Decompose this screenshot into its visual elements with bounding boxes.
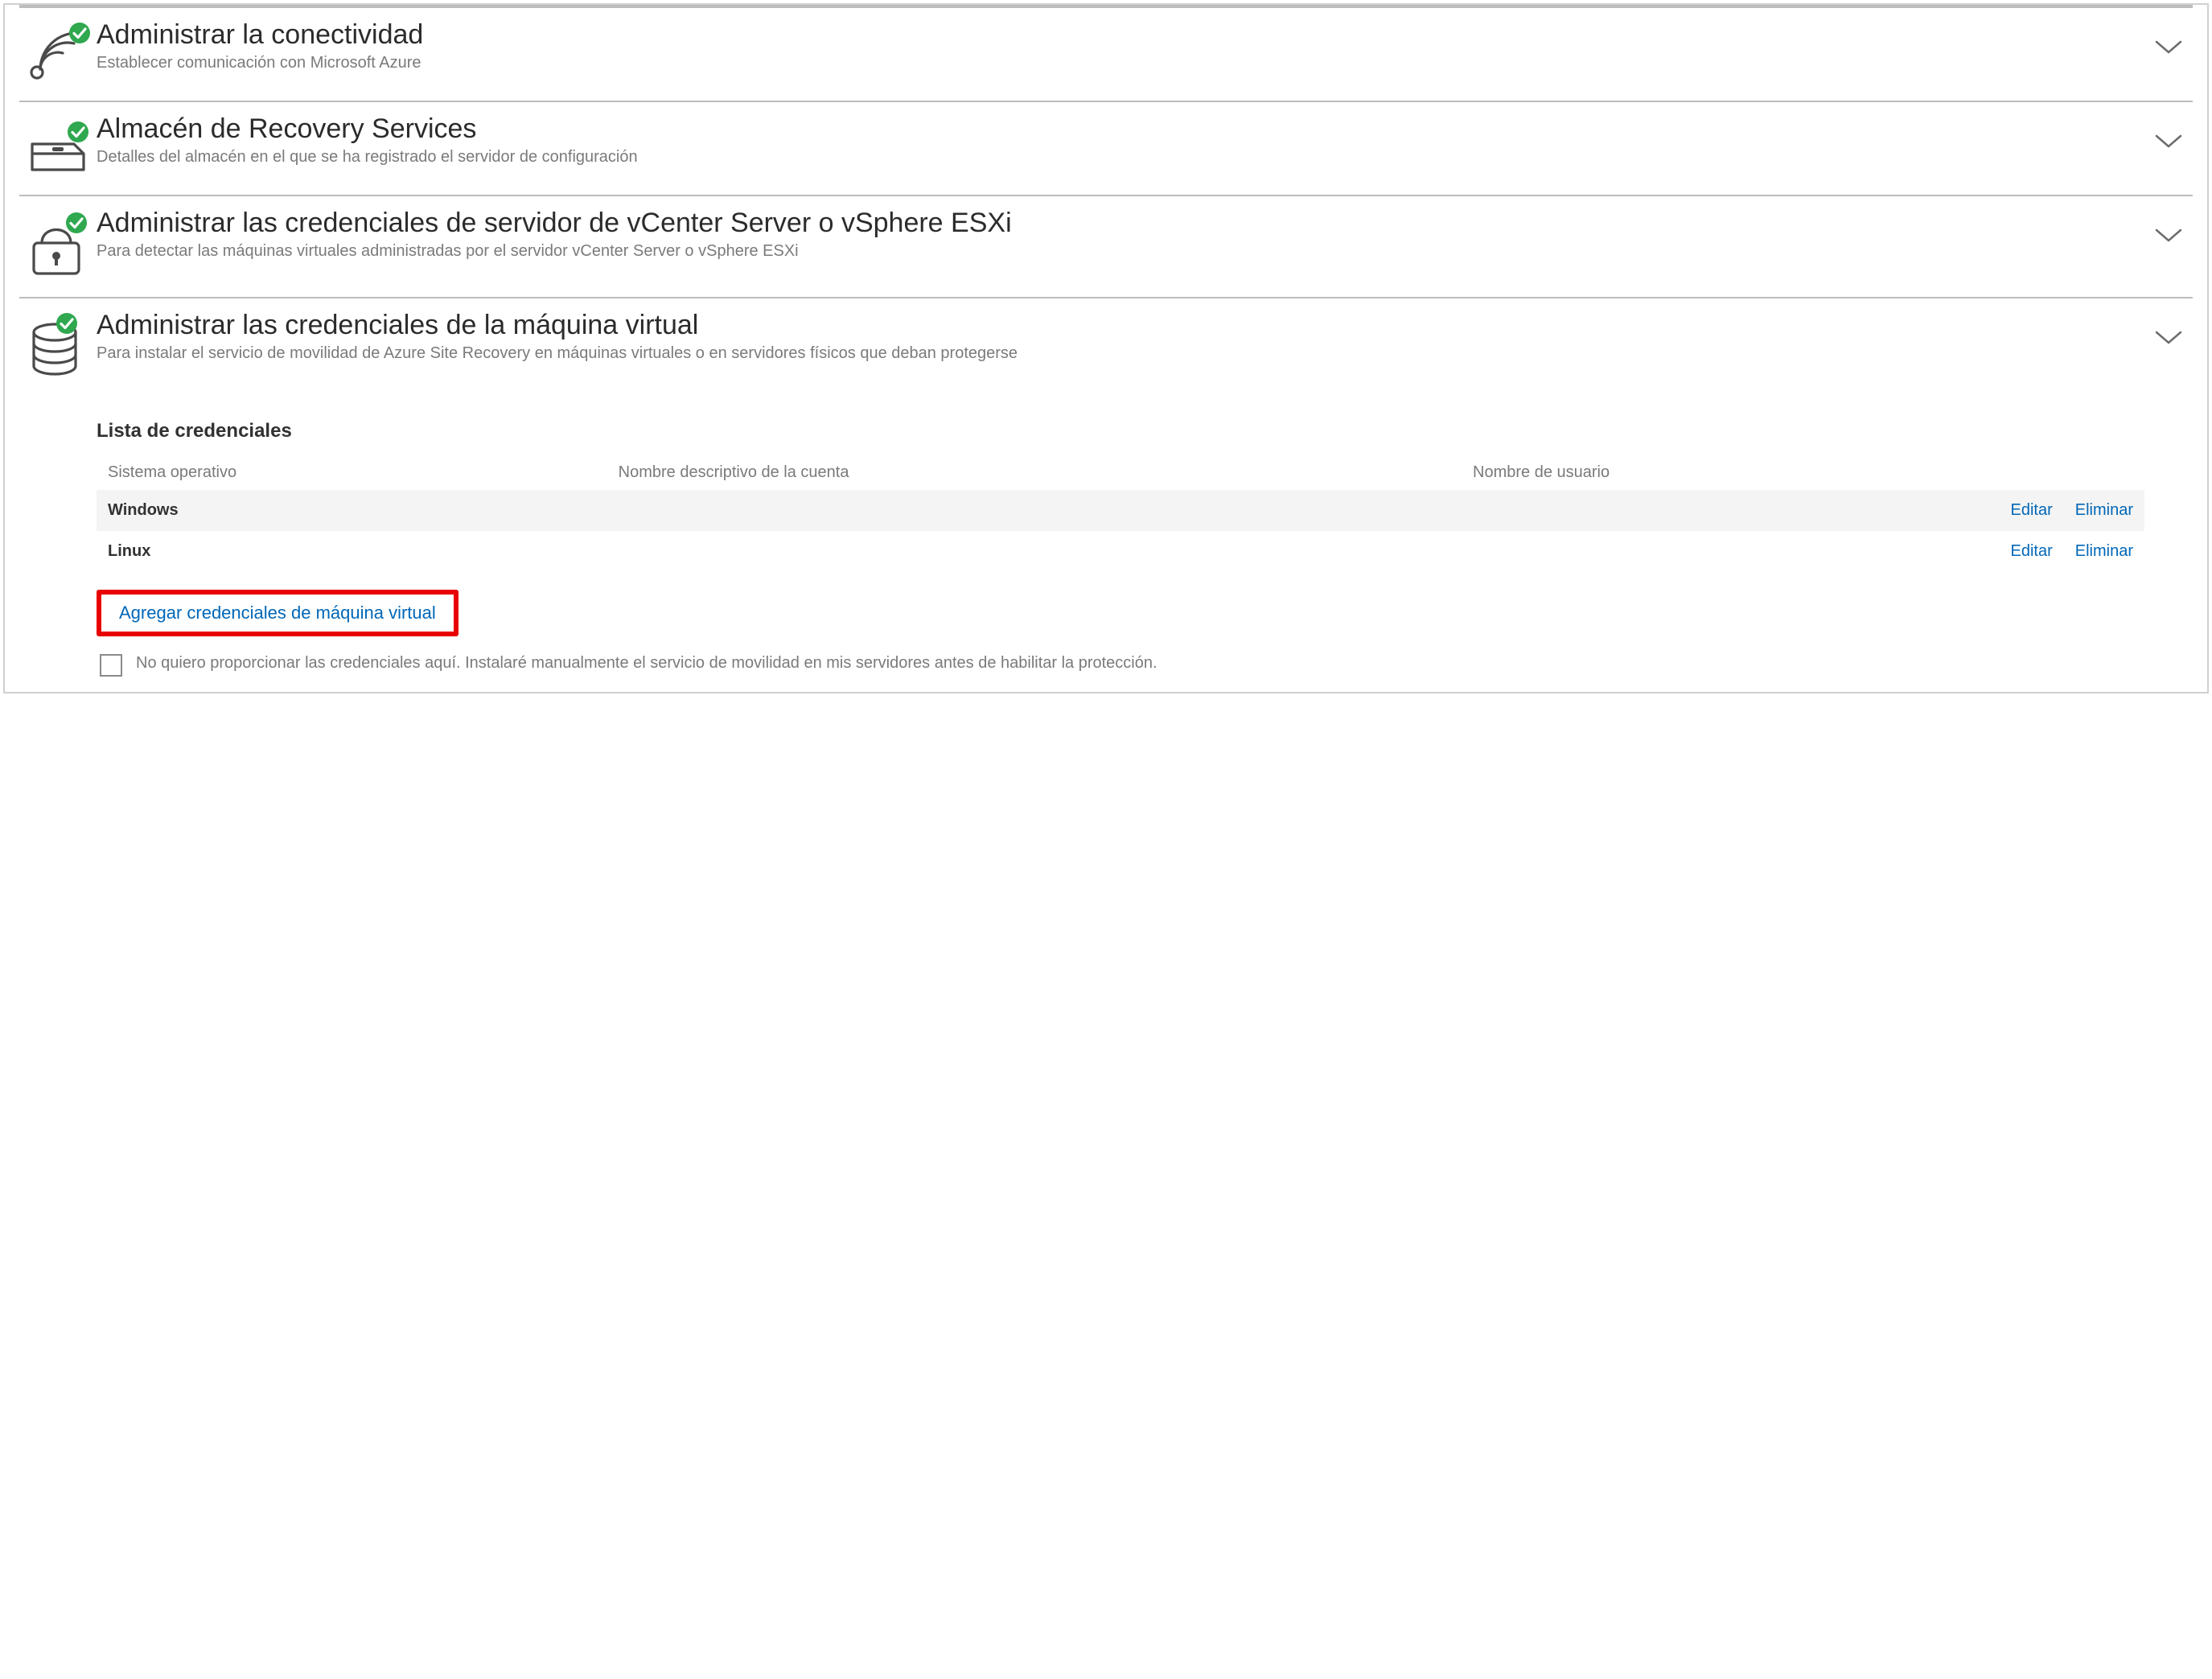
delete-link[interactable]: Eliminar bbox=[2064, 531, 2144, 572]
expand-collapse-icon[interactable] bbox=[2144, 113, 2193, 149]
table-row: Linux Editar Eliminar bbox=[97, 531, 2144, 572]
connectivity-title: Administrar la conectividad bbox=[97, 19, 2136, 51]
vault-title: Almacén de Recovery Services bbox=[97, 113, 2136, 145]
vcenter-subtitle: Para detectar las máquinas virtuales adm… bbox=[97, 241, 2136, 261]
lock-icon bbox=[19, 208, 97, 279]
connectivity-subtitle: Establecer comunicación con Microsoft Az… bbox=[97, 52, 2136, 73]
cell-user bbox=[1462, 531, 1999, 572]
credentials-list-title: Lista de credenciales bbox=[97, 420, 2144, 442]
vault-icon bbox=[19, 113, 97, 177]
vmcred-title: Administrar las credenciales de la máqui… bbox=[97, 310, 2136, 341]
connectivity-icon bbox=[19, 19, 97, 83]
opt-out-row: No quiero proporcionar las credenciales … bbox=[97, 652, 2144, 679]
vm-credentials-content: Lista de credenciales Sistema operativo … bbox=[97, 420, 2144, 679]
credentials-table: Sistema operativo Nombre descriptivo de … bbox=[97, 455, 2144, 572]
edit-link[interactable]: Editar bbox=[2000, 490, 2064, 531]
expand-collapse-icon[interactable] bbox=[2144, 208, 2193, 243]
cell-os: Windows bbox=[97, 490, 607, 531]
section-connectivity[interactable]: Administrar la conectividad Establecer c… bbox=[19, 5, 2193, 101]
opt-out-text: No quiero proporcionar las credenciales … bbox=[136, 652, 1157, 674]
cell-user bbox=[1462, 490, 1999, 531]
vmcred-subtitle: Para instalar el servicio de movilidad d… bbox=[97, 343, 2136, 364]
add-vm-credentials-link[interactable]: Agregar credenciales de máquina virtual bbox=[119, 603, 436, 623]
database-icon bbox=[19, 310, 97, 381]
vault-subtitle: Detalles del almacén en el que se ha reg… bbox=[97, 146, 2136, 167]
cell-os: Linux bbox=[97, 531, 607, 572]
add-vm-credentials-highlight: Agregar credenciales de máquina virtual bbox=[97, 590, 458, 636]
section-vm-credentials[interactable]: Administrar las credenciales de la máqui… bbox=[19, 297, 2193, 388]
section-vcenter-credentials[interactable]: Administrar las credenciales de servidor… bbox=[19, 195, 2193, 297]
delete-link[interactable]: Eliminar bbox=[2064, 490, 2144, 531]
vcenter-title: Administrar las credenciales de servidor… bbox=[97, 208, 2136, 239]
cell-friendly bbox=[607, 490, 1462, 531]
opt-out-checkbox[interactable] bbox=[100, 654, 122, 677]
col-os: Sistema operativo bbox=[97, 455, 607, 490]
config-panel: Administrar la conectividad Establecer c… bbox=[3, 3, 2209, 693]
table-row: Windows Editar Eliminar bbox=[97, 490, 2144, 531]
edit-link[interactable]: Editar bbox=[2000, 531, 2064, 572]
cell-friendly bbox=[607, 531, 1462, 572]
col-friendly: Nombre descriptivo de la cuenta bbox=[607, 455, 1462, 490]
expand-collapse-icon[interactable] bbox=[2144, 19, 2193, 55]
section-vault[interactable]: Almacén de Recovery Services Detalles de… bbox=[19, 101, 2193, 195]
col-user: Nombre de usuario bbox=[1462, 455, 1999, 490]
expand-collapse-icon[interactable] bbox=[2144, 310, 2193, 345]
